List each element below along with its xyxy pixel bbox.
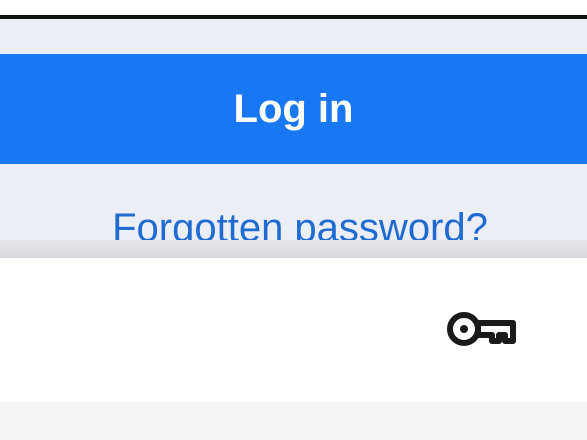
bottom-area [0,402,587,440]
top-bar [0,0,587,15]
login-button[interactable]: Log in [0,54,587,164]
top-divider [0,15,587,19]
sheet-shadow [0,240,587,258]
key-icon [447,312,516,346]
password-key-button[interactable] [442,308,518,352]
